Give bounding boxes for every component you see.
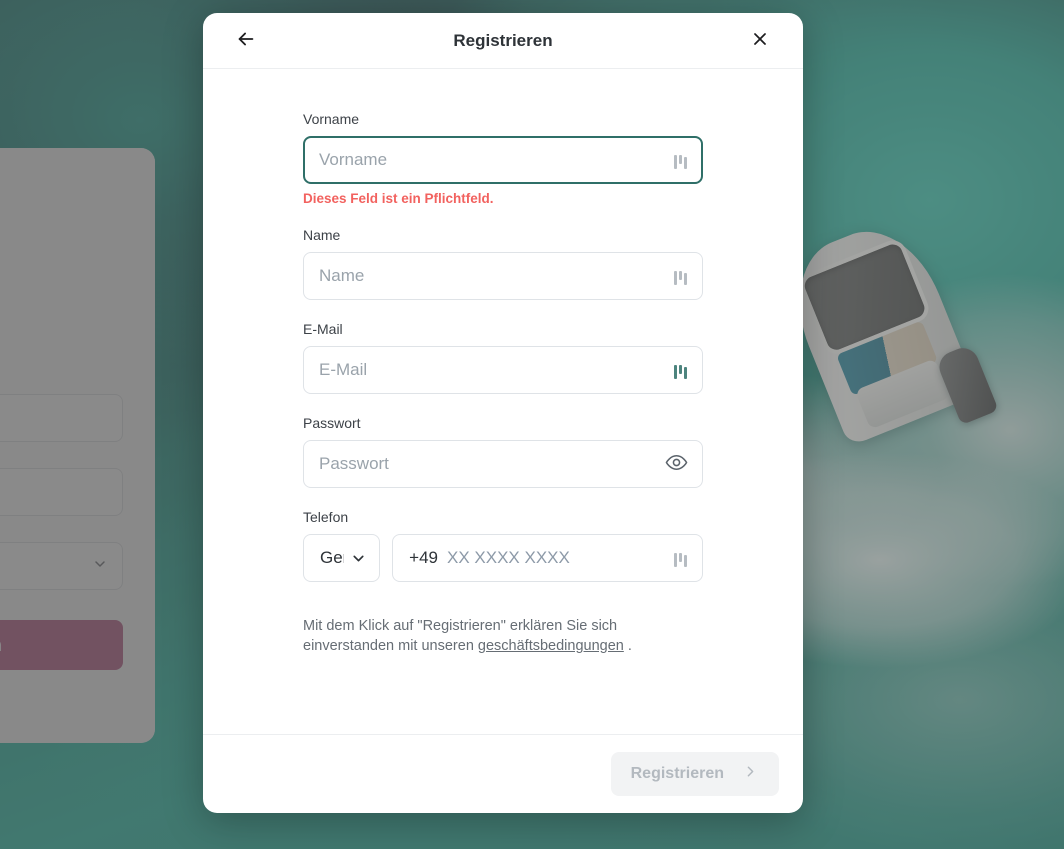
country-code-select[interactable]: Germany +4 xyxy=(303,534,381,582)
toggle-password-visibility-button[interactable] xyxy=(663,451,690,477)
background-photo-boat xyxy=(766,184,1043,467)
terms-link[interactable]: geschäftsbedingungen xyxy=(478,638,624,654)
arrow-left-icon xyxy=(235,28,257,53)
autofill-icon[interactable] xyxy=(674,151,690,169)
label-passwort: Passwort xyxy=(303,415,361,431)
label-name: Name xyxy=(303,227,341,243)
register-modal: Registrieren Vorname Dieses Feld ist ein… xyxy=(203,13,803,813)
input-wrap-phone[interactable]: +49 xyxy=(392,534,703,582)
label-telefon: Telefon xyxy=(303,509,349,525)
phone-input[interactable] xyxy=(447,548,668,568)
email-input[interactable] xyxy=(319,360,668,380)
input-wrap-vorname[interactable] xyxy=(303,136,703,184)
field-group-email: E-Mail xyxy=(303,321,703,394)
name-input[interactable] xyxy=(319,266,668,286)
page-root: für er nd Boote e Wahl ... /MM/JJJJ Boot… xyxy=(0,0,1064,849)
register-submit-button[interactable]: Registrieren xyxy=(610,752,779,796)
input-wrap-name[interactable] xyxy=(303,252,703,300)
terms-notice: Mit dem Klick auf "Registrieren" erkläre… xyxy=(303,616,703,656)
country-code-value: Germany +4 xyxy=(320,548,344,567)
chevron-right-icon xyxy=(742,763,759,785)
close-button[interactable] xyxy=(745,26,775,56)
chevron-down-icon xyxy=(344,550,367,567)
label-email: E-Mail xyxy=(303,321,343,337)
register-submit-label: Registrieren xyxy=(630,765,724,782)
phone-row: Germany +4 +49 xyxy=(303,534,703,582)
field-group-telefon: Telefon Germany +4 +49 xyxy=(303,509,703,582)
modal-header: Registrieren xyxy=(203,13,803,69)
modal-body: Vorname Dieses Feld ist ein Pflichtfeld.… xyxy=(203,69,803,734)
eye-icon xyxy=(665,451,688,477)
field-group-vorname: Vorname Dieses Feld ist ein Pflichtfeld. xyxy=(303,111,703,206)
field-group-passwort: Passwort xyxy=(303,415,703,488)
passwort-input[interactable] xyxy=(319,454,663,474)
phone-dial-prefix: +49 xyxy=(409,548,438,567)
label-vorname: Vorname xyxy=(303,111,360,127)
terms-text-after: . xyxy=(623,638,632,654)
autofill-icon[interactable] xyxy=(674,549,690,567)
field-group-name: Name xyxy=(303,227,703,300)
autofill-icon[interactable] xyxy=(674,361,690,379)
modal-footer: Registrieren xyxy=(203,734,803,813)
page-title: Registrieren xyxy=(453,30,553,50)
error-message-vorname: Dieses Feld ist ein Pflichtfeld. xyxy=(303,191,494,206)
vorname-input[interactable] xyxy=(319,150,668,170)
close-icon xyxy=(750,29,770,52)
input-wrap-email[interactable] xyxy=(303,346,703,394)
background-card-overlay xyxy=(0,148,155,743)
input-wrap-passwort[interactable] xyxy=(303,440,703,488)
back-button[interactable] xyxy=(231,26,261,56)
autofill-icon[interactable] xyxy=(674,267,690,285)
